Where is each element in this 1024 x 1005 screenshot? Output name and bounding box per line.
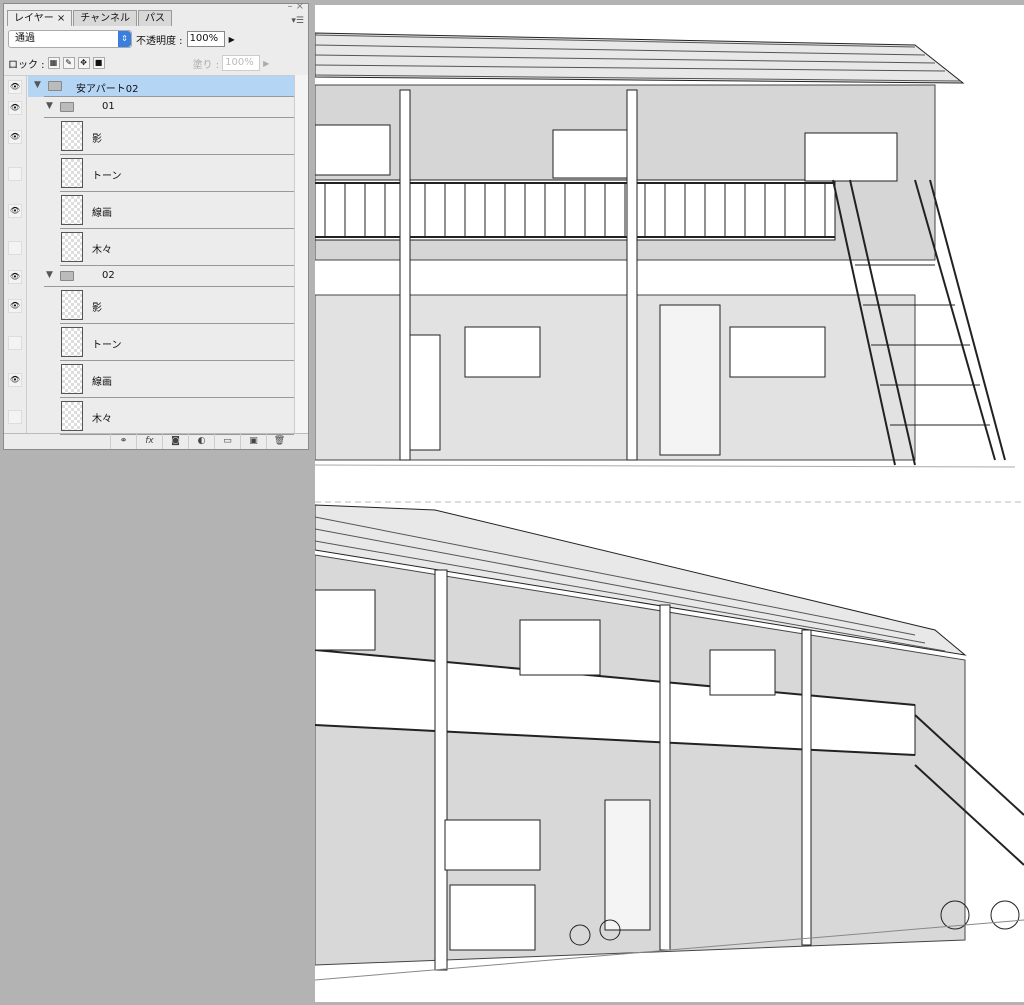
trash-icon[interactable]: 🗑 (266, 434, 292, 449)
minimize-close-icon[interactable]: – × (287, 1, 304, 12)
layer-row[interactable]: トーン (4, 155, 294, 192)
folder-icon (60, 271, 74, 281)
panel-footer: ⚭ fx ◙ ◐ ▭ ▣ 🗑 (4, 433, 308, 449)
lock-transparency-icon[interactable]: ▦ (47, 57, 60, 69)
opacity-label: 不透明度 : (136, 35, 183, 47)
bottom-apartment-drawing (314, 504, 1024, 981)
expand-triangle-icon[interactable]: ▼ (46, 270, 53, 280)
lock-move-icon[interactable]: ✥ (77, 57, 90, 69)
mask-icon[interactable]: ◙ (162, 434, 188, 449)
visibility-toggle[interactable] (8, 335, 22, 350)
select-arrow-icon: ⇕ (118, 31, 131, 47)
blend-mode-select[interactable]: 通過 ⇕ (8, 30, 132, 48)
blend-mode-value: 通過 (15, 33, 35, 44)
layer-name: 線画 (92, 377, 112, 388)
layer-row[interactable]: 👁 影 (4, 118, 294, 155)
layer-row[interactable]: 👁 影 (4, 287, 294, 324)
layer-name: 01 (102, 101, 115, 112)
layer-name: 線画 (92, 208, 112, 219)
layer-row[interactable]: 👁 線画 (4, 192, 294, 229)
layer-thumbnail (61, 327, 83, 357)
layer-thumbnail (61, 401, 83, 431)
layer-list: 👁 ▼ 安アパート02 👁 ▼ 01 👁 影トーン 👁 線画 木々 👁 ▼ 02 👁 影トーン 👁 線画 木々 (4, 75, 294, 435)
layer-name: 木々 (92, 414, 112, 425)
layer-thumbnail (61, 158, 83, 188)
apartment-illustration (314, 32, 1024, 981)
scrollbar[interactable] (294, 75, 308, 433)
eye-icon[interactable]: 👁 (8, 100, 22, 115)
layer-name: 影 (92, 134, 102, 145)
folder-icon[interactable]: ▭ (214, 434, 240, 449)
link-icon[interactable]: ⚭ (110, 434, 136, 449)
folder-icon (48, 81, 62, 91)
tab-paths[interactable]: パス (137, 10, 172, 26)
folder-icon (60, 102, 74, 112)
lock-all-icon[interactable]: ■ (92, 57, 105, 69)
opacity-slider-arrow-icon[interactable]: ▶ (229, 35, 235, 44)
layer-thumbnail (61, 232, 83, 262)
visibility-toggle[interactable] (8, 240, 22, 255)
layer-thumbnail (61, 364, 83, 394)
expand-triangle-icon[interactable]: ▼ (46, 101, 53, 111)
layer-thumbnail (61, 195, 83, 225)
lock-paint-icon[interactable]: ✎ (62, 57, 75, 69)
layer-group-row[interactable]: 👁 ▼ 安アパート02 (8, 76, 294, 97)
layer-row[interactable]: 木々 (4, 229, 294, 266)
layer-row[interactable]: 木々 (4, 398, 294, 435)
fx-icon[interactable]: fx (136, 434, 162, 449)
visibility-toggle[interactable] (8, 166, 22, 181)
layer-name: トーン (92, 171, 122, 182)
top-apartment-drawing (314, 32, 1016, 468)
fill-input[interactable]: 100% (222, 55, 261, 71)
layers-panel: – × レイヤー × チャンネル パス ▾☰ 通過 ⇕ 不透明度 : 100% ▶… (3, 1, 309, 450)
layer-thumbnail (61, 121, 83, 151)
layer-name: 安アパート02 (76, 84, 139, 95)
expand-triangle-icon[interactable]: ▼ (34, 80, 41, 90)
tab-layers[interactable]: レイヤー × (7, 10, 73, 26)
eye-icon[interactable]: 👁 (8, 79, 22, 94)
visibility-toggle[interactable] (8, 409, 22, 424)
layer-group-row[interactable]: 👁 ▼ 02 (4, 266, 294, 287)
eye-icon[interactable]: 👁 (8, 203, 22, 218)
layer-group-row[interactable]: 👁 ▼ 01 (4, 97, 294, 118)
layer-row[interactable]: 👁 線画 (4, 361, 294, 398)
fill-slider-arrow-icon[interactable]: ▶ (263, 59, 269, 68)
fill-label: 塗り : (192, 59, 220, 71)
layer-name: トーン (92, 340, 122, 351)
layer-name: 02 (102, 270, 115, 281)
layer-name: 影 (92, 303, 102, 314)
tab-channels[interactable]: チャンネル (73, 10, 137, 26)
opacity-input[interactable]: 100% (186, 31, 225, 47)
adjustment-icon[interactable]: ◐ (188, 434, 214, 449)
layer-thumbnail (61, 290, 83, 320)
eye-icon[interactable]: 👁 (8, 372, 22, 387)
lock-label: ロック : (8, 59, 45, 71)
document-canvas[interactable] (314, 5, 1024, 1002)
eye-icon[interactable]: 👁 (8, 298, 22, 313)
eye-icon[interactable]: 👁 (8, 269, 22, 284)
panel-menu-icon[interactable]: ▾☰ (291, 16, 304, 26)
new-layer-icon[interactable]: ▣ (240, 434, 266, 449)
eye-icon[interactable]: 👁 (8, 129, 22, 144)
layer-name: 木々 (92, 245, 112, 256)
layer-row[interactable]: トーン (4, 324, 294, 361)
